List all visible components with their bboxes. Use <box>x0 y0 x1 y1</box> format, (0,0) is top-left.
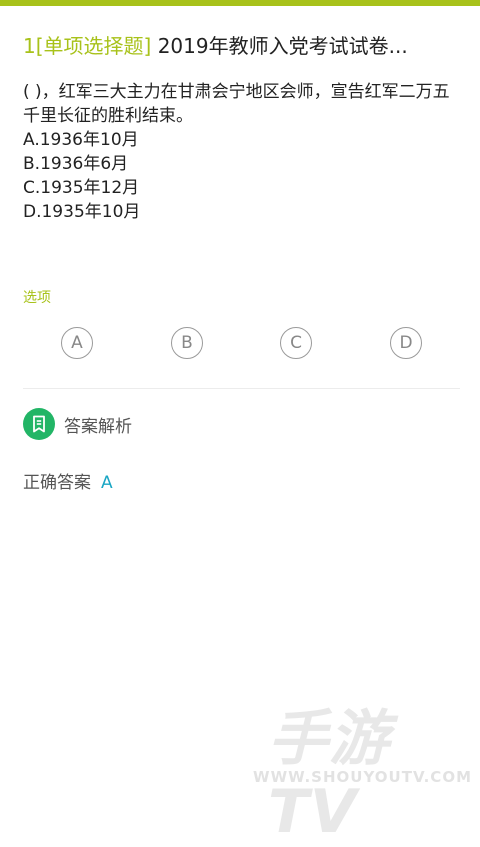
correct-answer-value: A <box>101 473 113 493</box>
watermark-logo: 手游TV <box>268 704 390 847</box>
watermark: 手游TV WWW.SHOUYOUTV.COM <box>253 690 480 847</box>
watermark-url: WWW.SHOUYOUTV.COM <box>253 768 472 786</box>
question-option-b: B.1936年6月 <box>23 154 129 174</box>
divider <box>23 388 460 389</box>
choice-d-button[interactable]: D <box>390 327 422 359</box>
correct-answer-label: 正确答案 <box>23 473 91 493</box>
top-accent-bar <box>0 0 480 6</box>
question-stem: ( )，红军三大主力在甘肃会宁地区会师，宣告红军二万五千里长征的胜利结束。 <box>23 82 450 126</box>
question-option-c: C.1935年12月 <box>23 178 140 198</box>
answer-choice-row: A B C D <box>0 327 480 363</box>
question-body: ( )，红军三大主力在甘肃会宁地区会师，宣告红军二万五千里长征的胜利结束。 A.… <box>23 80 463 224</box>
question-title: 1[单项选择题] 2019年教师入党考试试卷... <box>23 33 463 59</box>
question-option-d: D.1935年10月 <box>23 202 141 222</box>
correct-answer-row: 正确答案 A <box>23 468 113 493</box>
answer-analysis-header[interactable]: 答案解析 <box>23 408 132 440</box>
options-section-label: 选项 <box>23 290 51 306</box>
exam-title: 2019年教师入党考试试卷... <box>151 34 408 58</box>
choice-c-button[interactable]: C <box>280 327 312 359</box>
question-number-type: 1[单项选择题] <box>23 34 152 58</box>
choice-a-button[interactable]: A <box>61 327 93 359</box>
answer-analysis-label: 答案解析 <box>64 416 132 437</box>
choice-b-button[interactable]: B <box>171 327 203 359</box>
bookmark-icon <box>23 408 55 440</box>
question-option-a: A.1936年10月 <box>23 130 139 150</box>
